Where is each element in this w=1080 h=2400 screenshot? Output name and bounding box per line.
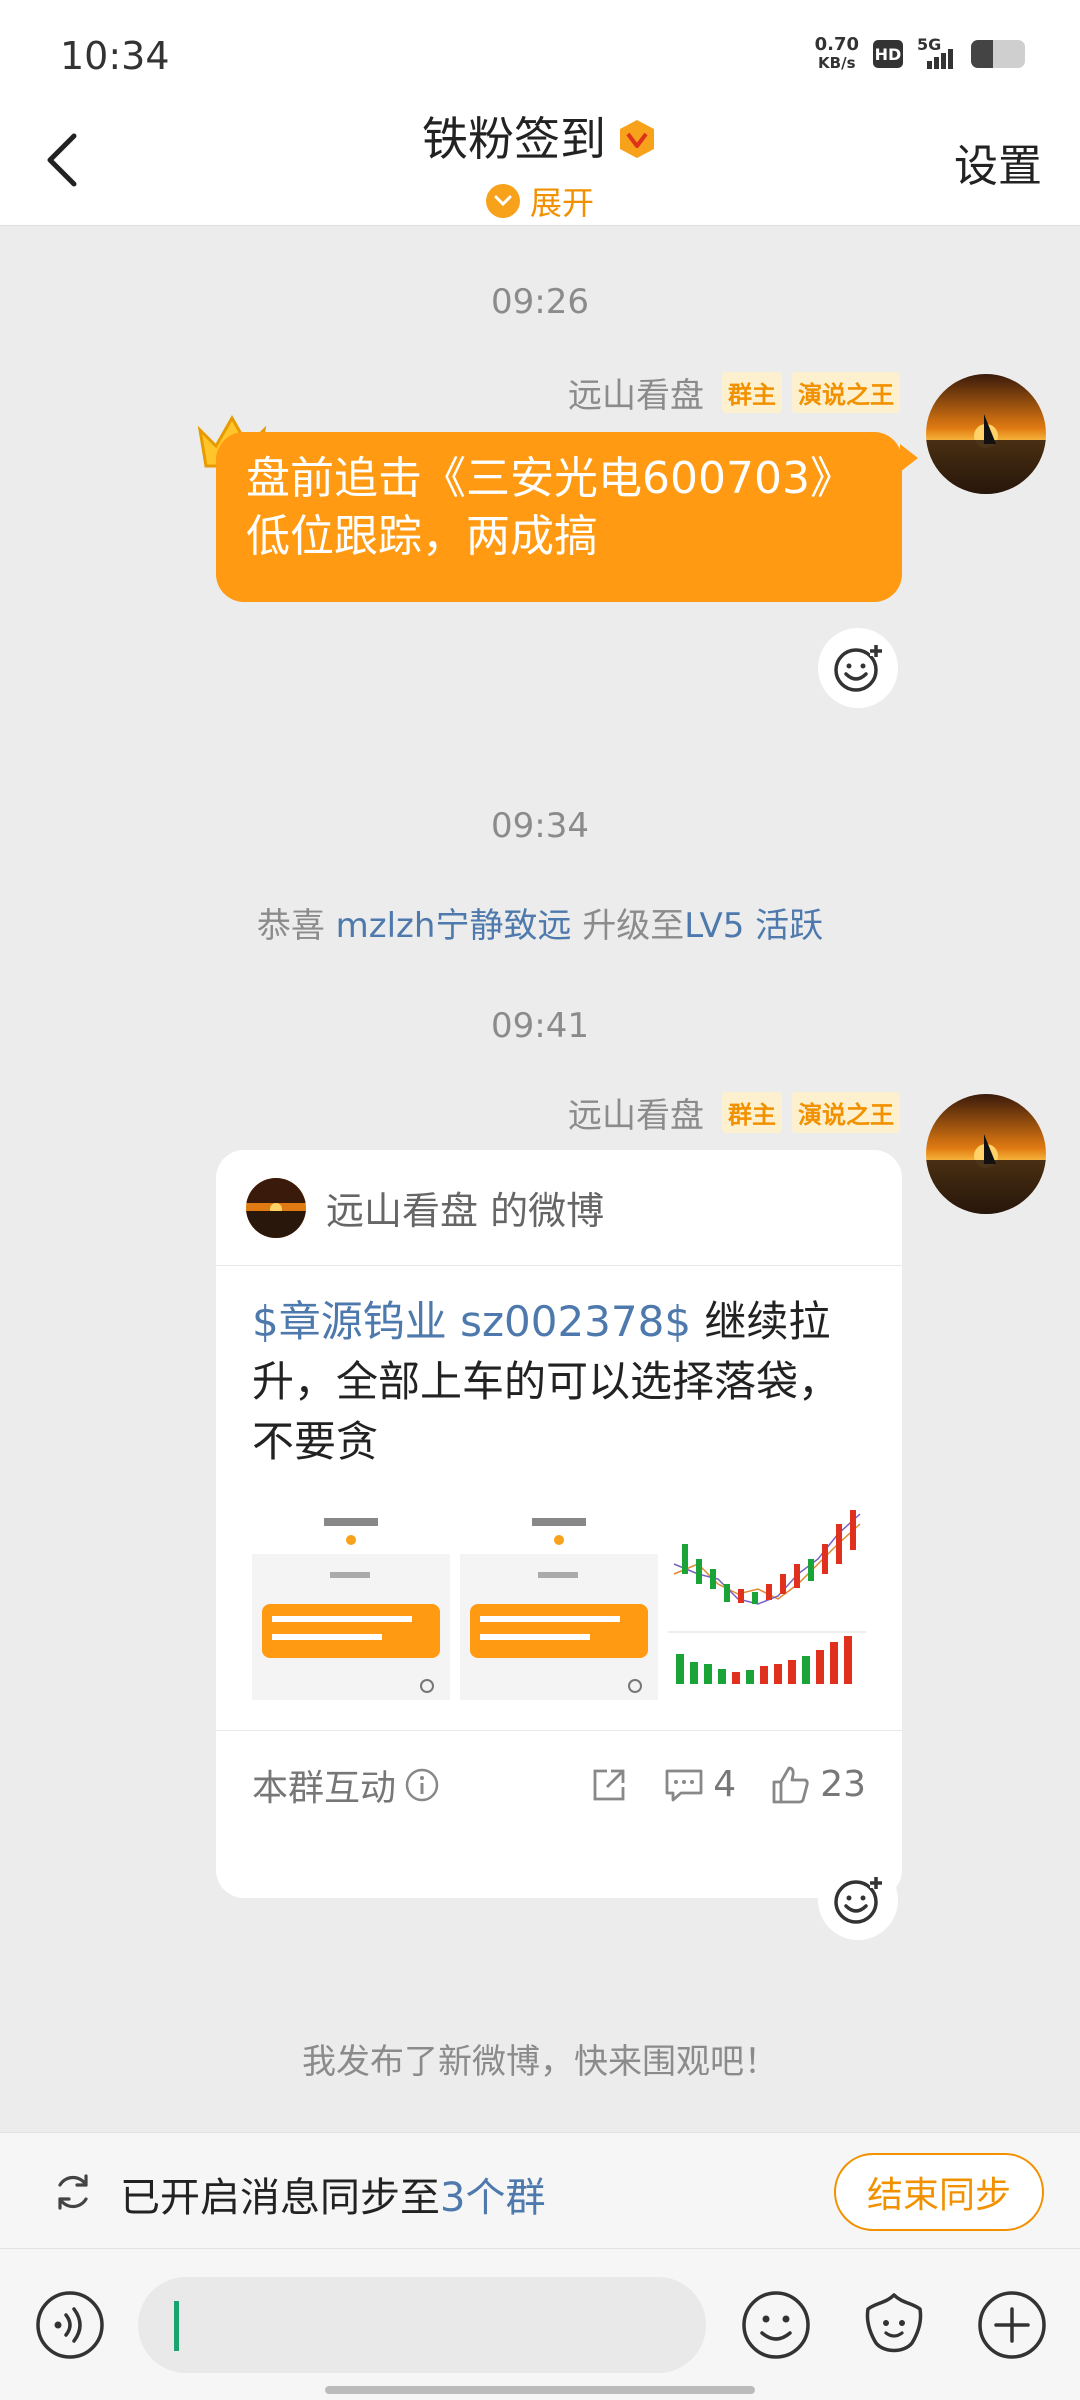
image-grid (216, 1472, 902, 1700)
input-bar (0, 2248, 1080, 2400)
bubble-tail (900, 444, 918, 472)
role-tag-owner: 群主 (722, 372, 782, 413)
add-reaction-button[interactable] (818, 1860, 898, 1940)
add-reaction-button[interactable] (818, 628, 898, 708)
hd-icon: HD (873, 40, 903, 68)
card-avatar (246, 1177, 306, 1238)
sender-name[interactable]: 远山看盘 (568, 368, 704, 417)
card-author: 远山看盘 的微博 (326, 1189, 605, 1233)
title-group: 铁粉签到 (0, 96, 1080, 182)
weibo-share-card[interactable]: 远山看盘 的微博 $章源钨业 sz002378$ 继续拉 升，全部上车的可以选择… (216, 1150, 902, 1898)
chevron-down-icon (485, 184, 520, 218)
emoji-plus-icon (834, 1876, 882, 1924)
page-title: 铁粉签到 (422, 112, 606, 166)
image-thumbnail[interactable] (460, 1504, 658, 1700)
sender-name[interactable]: 远山看盘 (568, 1088, 704, 1137)
sync-icon (58, 2174, 88, 2210)
sync-status-text: 已开启消息同步至3个群 (120, 2175, 546, 2221)
timestamp: 09:41 (491, 1006, 589, 1046)
chat-header: 铁粉签到 展开 设置 (0, 100, 1080, 226)
share-icon[interactable] (589, 1765, 629, 1805)
settings-button[interactable]: 设置 (954, 130, 1042, 194)
emoji-icon[interactable] (740, 2289, 812, 2361)
expand-label: 展开 (529, 184, 594, 222)
role-tag-title: 演说之王 (792, 372, 900, 413)
system-user-link[interactable]: mzlzh宁静致远 (336, 906, 572, 946)
sync-group-count[interactable]: 3个群 (440, 2175, 545, 2221)
comment-button[interactable]: 4 (663, 1764, 736, 1805)
image-thumbnail[interactable] (252, 1504, 450, 1700)
network-speed: 0.70 KB/s (814, 34, 859, 73)
like-button[interactable]: 23 (770, 1764, 866, 1806)
sync-bar: 已开启消息同步至3个群 结束同步 (0, 2132, 1080, 2248)
emoji-plus-icon (834, 644, 882, 692)
info-icon[interactable] (404, 1767, 440, 1803)
sticker-icon[interactable] (858, 2289, 930, 2361)
signal-icon: 5G (917, 35, 957, 69)
status-bar: 10:34 0.70 KB/s HD 5G (0, 0, 1080, 100)
text-cursor (174, 2301, 179, 2351)
card-footer: 本群互动 4 23 (216, 1730, 902, 1838)
avatar[interactable] (926, 1094, 1046, 1214)
role-tag-owner: 群主 (722, 1092, 782, 1133)
voice-icon[interactable] (34, 2289, 106, 2361)
stock-tag-link[interactable]: $章源钨业 sz002378$ (252, 1297, 691, 1346)
battery-icon (971, 40, 1025, 68)
message-bubble[interactable]: 盘前追击《三安光电600703》 低位跟踪，两成搞 (216, 432, 902, 602)
sender-row: 远山看盘 群主 演说之王 (568, 1088, 900, 1137)
stock-chart-thumbnail[interactable] (668, 1504, 866, 1700)
status-time: 10:34 (60, 34, 170, 78)
sender-row: 远山看盘 群主 演说之王 (568, 368, 900, 417)
card-actions: 4 23 (589, 1764, 866, 1806)
card-text: $章源钨业 sz002378$ 继续拉 升，全部上车的可以选择落袋， 不要贪 (252, 1297, 841, 1466)
comment-count: 4 (713, 1764, 737, 1805)
verified-badge-icon (620, 120, 654, 158)
end-sync-button[interactable]: 结束同步 (834, 2153, 1044, 2231)
avatar[interactable] (926, 374, 1046, 494)
timestamp: 09:34 (491, 806, 589, 846)
expand-toggle[interactable]: 展开 (0, 178, 1080, 224)
footer-notice: 我发布了新微博，快来围观吧！ (302, 2042, 778, 2082)
group-interaction[interactable]: 本群互动 (252, 1759, 589, 1811)
role-tag-title: 演说之王 (792, 1092, 900, 1133)
status-indicators: 0.70 KB/s HD 5G (814, 34, 1025, 73)
like-count: 23 (820, 1764, 866, 1805)
chat-area[interactable]: 09:26 远山看盘 群主 演说之王 盘前追击《三安光电600703》 低位跟踪… (0, 226, 1080, 2132)
thumbs-up-icon (772, 1766, 809, 1803)
timestamp: 09:26 (491, 282, 589, 322)
card-header: 远山看盘 的微博 (216, 1150, 902, 1266)
message-input[interactable] (138, 2277, 706, 2373)
home-indicator[interactable] (325, 2386, 755, 2394)
system-message: 恭喜 mzlzh宁静致远 升级至LV5 活跃 (256, 906, 824, 946)
comment-icon (665, 1769, 703, 1801)
add-more-icon[interactable] (976, 2289, 1048, 2361)
level-label: LV5 活跃 (684, 906, 824, 946)
